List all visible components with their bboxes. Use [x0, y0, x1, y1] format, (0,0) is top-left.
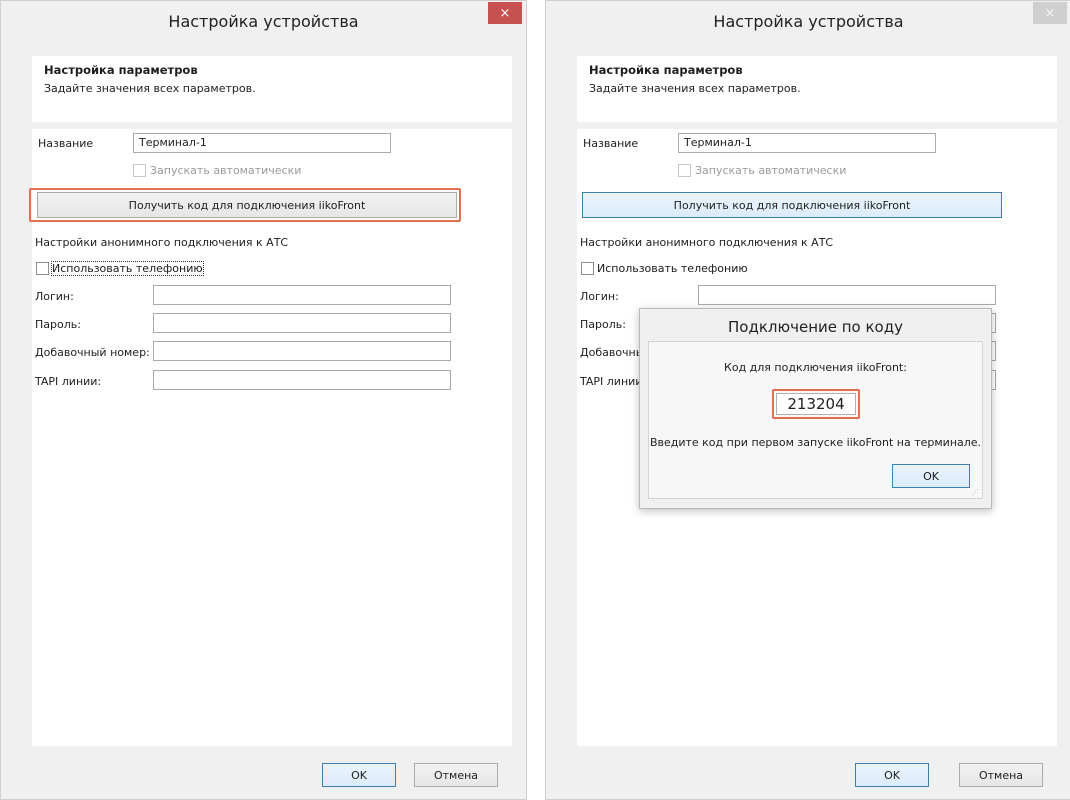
password-label: Пароль: — [35, 318, 81, 331]
header-panel: Настройка параметров Задайте значения вс… — [32, 56, 512, 122]
login-label: Логин: — [35, 290, 74, 303]
get-code-button[interactable]: Получить код для подключения iikoFront — [582, 192, 1002, 218]
code-hint: Введите код при первом запуске iikoFront… — [649, 436, 982, 449]
ok-button[interactable]: OK — [322, 763, 396, 787]
name-label: Название — [38, 137, 94, 150]
cancel-button[interactable]: Отмена — [959, 763, 1043, 787]
autostart-label: Запускать автоматически — [150, 164, 302, 177]
autostart-checkbox[interactable] — [133, 164, 146, 177]
close-icon: × — [499, 5, 511, 21]
connection-code[interactable]: 213204 — [776, 393, 856, 415]
use-telephony-checkbox[interactable] — [581, 262, 594, 275]
section-title: Настройка параметров — [44, 63, 198, 77]
login-field[interactable] — [153, 285, 451, 305]
section-subtitle: Задайте значения всех параметров. — [44, 82, 256, 95]
form-panel: Название Терминал-1 Запускать автоматиче… — [29, 129, 512, 746]
window-title: Настройка устройства — [168, 12, 359, 31]
password-field[interactable] — [153, 313, 451, 333]
extension-field[interactable] — [153, 341, 451, 361]
tapi-label: TAPI линии: — [35, 375, 102, 388]
password-label: Пароль: — [580, 318, 626, 331]
use-telephony-label: Использовать телефонию — [597, 262, 748, 275]
dialog-body: Код для подключения iikoFront: 213204 Вв… — [648, 341, 983, 499]
code-caption: Код для подключения iikoFront: — [724, 361, 907, 374]
highlight-frame — [29, 188, 461, 222]
ok-button[interactable]: OK — [855, 763, 929, 787]
cancel-button[interactable]: Отмена — [414, 763, 498, 787]
tapi-label: TAPI линии — [580, 375, 643, 388]
login-field[interactable] — [698, 285, 996, 305]
window-title: Настройка устройства — [713, 12, 904, 31]
section-title: Настройка параметров — [589, 63, 743, 77]
device-settings-window-left: Настройка устройства × Настройка парамет… — [0, 0, 527, 800]
close-icon: × — [1044, 5, 1056, 21]
autostart-checkbox[interactable] — [678, 164, 691, 177]
close-button[interactable]: × — [1033, 2, 1067, 24]
name-field[interactable]: Терминал-1 — [133, 133, 391, 153]
pbx-section-label: Настройки анонимного подключения к АТС — [35, 236, 289, 249]
code-highlight-frame: 213204 — [772, 389, 860, 419]
use-telephony-label: Использовать телефонию — [51, 261, 204, 276]
name-label: Название — [583, 137, 639, 150]
extension-label: Добавочны — [580, 346, 645, 359]
tapi-field[interactable] — [153, 370, 451, 390]
pbx-section-label: Настройки анонимного подключения к АТС — [580, 236, 834, 249]
name-field[interactable]: Терминал-1 — [678, 133, 936, 153]
header-panel: Настройка параметров Задайте значения вс… — [577, 56, 1057, 122]
close-button[interactable]: × — [488, 2, 522, 24]
connect-by-code-dialog: Подключение по коду Код для подключения … — [639, 308, 992, 509]
extension-label: Добавочный номер: — [35, 346, 150, 359]
dialog-title: Подключение по коду — [728, 318, 903, 336]
autostart-label: Запускать автоматически — [695, 164, 847, 177]
resize-grip-icon[interactable]: ⋰ — [972, 488, 980, 496]
title-bar: Настройка устройства × — [1, 1, 526, 41]
use-telephony-checkbox[interactable] — [36, 262, 49, 275]
login-label: Логин: — [580, 290, 619, 303]
title-bar: Настройка устройства × — [546, 1, 1070, 41]
dialog-ok-button[interactable]: OK — [892, 464, 970, 488]
section-subtitle: Задайте значения всех параметров. — [589, 82, 801, 95]
